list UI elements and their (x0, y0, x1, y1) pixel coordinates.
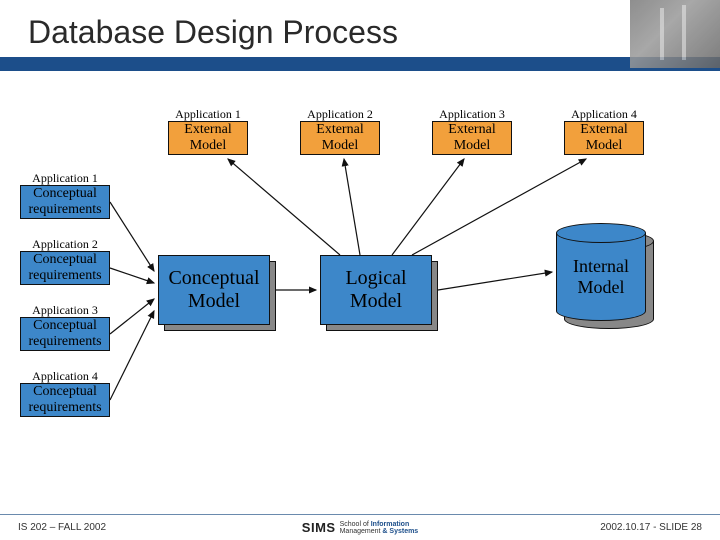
slide-header: Database Design Process (0, 0, 720, 57)
conceptual-req-3: Conceptual requirements (20, 317, 110, 351)
header-bar (0, 57, 720, 71)
page-title: Database Design Process (28, 14, 700, 51)
sims-logo-text: SIMS (302, 520, 336, 535)
slide-footer: IS 202 – FALL 2002 SIMS School of Inform… (0, 514, 720, 540)
external-model-1: External Model (168, 121, 248, 155)
req2-label: Application 2 (20, 237, 110, 252)
req4-label: Application 4 (20, 369, 110, 384)
app3-label: Application 3 (432, 107, 512, 122)
footer-left: IS 202 – FALL 2002 (18, 522, 106, 533)
footer-logo: SIMS School of Information Management & … (302, 520, 418, 535)
internal-model-label: Internal Model (556, 256, 646, 297)
app4-label: Application 4 (564, 107, 644, 122)
conceptual-model-box: Conceptual Model (158, 255, 270, 325)
conceptual-req-4: Conceptual requirements (20, 383, 110, 417)
footer-right: 2002.10.17 - SLIDE 28 (600, 522, 702, 533)
req3-label: Application 3 (20, 303, 110, 318)
logical-model-box: Logical Model (320, 255, 432, 325)
decorative-photo (630, 0, 720, 68)
external-model-3: External Model (432, 121, 512, 155)
req1-label: Application 1 (20, 171, 110, 186)
conceptual-req-2: Conceptual requirements (20, 251, 110, 285)
sims-subtext: School of Information Management & Syste… (340, 521, 419, 535)
conceptual-req-1: Conceptual requirements (20, 185, 110, 219)
app1-label: Application 1 (168, 107, 248, 122)
diagram-canvas: Application 1 External Model Application… (0, 71, 720, 511)
external-model-4: External Model (564, 121, 644, 155)
external-model-2: External Model (300, 121, 380, 155)
app2-label: Application 2 (300, 107, 380, 122)
